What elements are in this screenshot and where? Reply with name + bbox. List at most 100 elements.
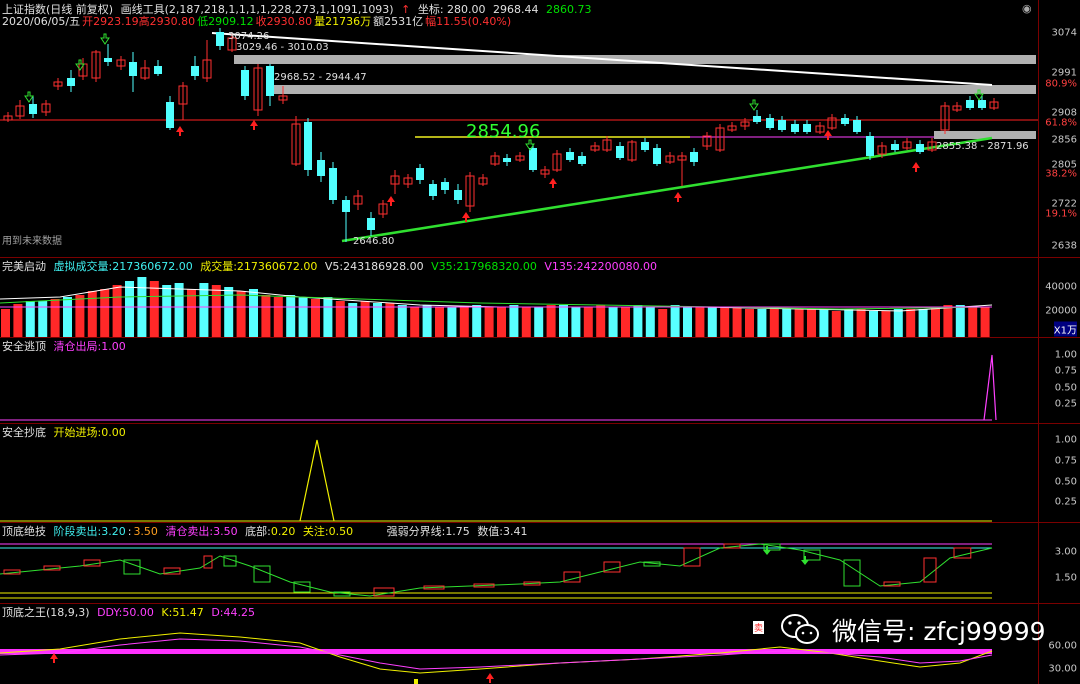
price-tick: 2856	[1051, 134, 1077, 146]
d-value: 44.25	[223, 606, 256, 619]
sell-arrow-icon	[801, 556, 809, 565]
escape-header: 安全逃顶 清仓出局:1.00	[2, 340, 126, 353]
escape-axis: 1.00 0.75 0.50 0.25	[1038, 337, 1080, 423]
low-value: 2909.12	[208, 15, 254, 28]
zone-band-2	[272, 85, 1036, 94]
annot-low: 2646.80	[353, 236, 395, 247]
price-panel[interactable]: 上证指数(日线 前复权) 画线工具(2,187,218,1,1,1,1,228,…	[0, 0, 1080, 258]
volume-bar	[273, 297, 283, 337]
volume-bar	[769, 307, 779, 337]
volume-bar	[335, 301, 345, 337]
volume-unit: X1万	[1053, 321, 1077, 337]
ohlc-row: 2020/06/05/五 开2923.19高2930.80 低2909.12 收293…	[2, 15, 512, 28]
volume-bar	[1, 309, 10, 337]
volume-bar	[211, 285, 221, 337]
volume-bar	[174, 283, 184, 337]
volume-bar	[360, 301, 370, 337]
k-value: 51.47	[172, 606, 204, 619]
bottom-panel[interactable]: 安全抄底 开始进场:0.00 1.00 0.75 0.50 0.25	[0, 423, 1080, 523]
annot-support: 2854.96	[466, 121, 541, 142]
volume-bar	[831, 311, 841, 337]
wechat-watermark: 微信号: zfcj99999	[832, 617, 1046, 646]
buy-arrow-icon	[674, 192, 682, 202]
bottom-signal	[0, 439, 992, 522]
clear-sell-value: 3.50	[213, 525, 238, 538]
annot-high: 3074.26	[228, 31, 270, 42]
wechat-icon	[781, 614, 819, 644]
volume-bar	[670, 305, 680, 337]
volume-bar	[571, 307, 581, 337]
volume-bar	[546, 305, 556, 337]
topbottom-axis: 3.00 1.50	[1038, 522, 1080, 603]
volume-bar	[459, 307, 469, 337]
strength-curve	[0, 543, 993, 597]
change-value: 11.55(0.40%)	[436, 15, 512, 28]
volume-bar	[918, 309, 928, 337]
escape-line	[0, 354, 997, 421]
buy-arrow-icon	[176, 126, 184, 136]
candle-down	[803, 124, 811, 132]
volume-bar	[955, 305, 965, 337]
price-plot[interactable]: 3074.26 3029.46 - 3010.03 2968.52 - 2944…	[0, 0, 1038, 257]
volume-bar	[819, 309, 829, 337]
volume-bar	[236, 291, 246, 337]
candle-down	[266, 66, 274, 96]
candle-down	[641, 142, 649, 150]
volume-bar	[782, 309, 792, 337]
candle-down	[154, 66, 162, 74]
price-tick: 38.2%	[1045, 168, 1077, 180]
volume-bar	[348, 303, 358, 337]
price-tick: 80.9%	[1045, 78, 1077, 90]
volume-bar	[261, 295, 271, 337]
candle-down	[67, 78, 75, 86]
settings-icon[interactable]: ◉	[1022, 2, 1034, 15]
price-tick: 19.1%	[1045, 208, 1077, 220]
volume-panel[interactable]: 完美启动 虚拟成交量:217360672.00 成交量:217360672.00…	[0, 257, 1080, 338]
volume-bar	[75, 295, 85, 337]
candle-down	[342, 200, 350, 212]
volume-bar	[695, 307, 705, 337]
volume-bar	[583, 307, 593, 337]
volume-bar	[645, 307, 655, 337]
v135-value: 242200080.00	[576, 260, 658, 273]
volume-bar	[893, 309, 903, 337]
candle-down	[416, 168, 424, 180]
buy-arrow-icon	[50, 653, 58, 663]
candle-down	[753, 116, 761, 122]
escape-panel[interactable]: 安全逃顶 清仓出局:1.00 1.00 0.75 0.50 0.25	[0, 337, 1080, 424]
volume-bar	[621, 307, 630, 337]
candle-down	[978, 100, 986, 108]
escape-value: 1.00	[101, 340, 126, 353]
topbottom-panel[interactable]: 顶底绝技 阶段卖出:3.20:3.50 清仓卖出:3.50 底部:0.20 关注…	[0, 522, 1080, 604]
volume-header: 完美启动 虚拟成交量:217360672.00 成交量:217360672.00…	[2, 260, 658, 273]
volume-bar	[472, 305, 482, 337]
volume-bar	[745, 309, 754, 337]
volume-bar	[50, 299, 60, 337]
price-axis: 3074 2991 80.9% 2908 61.8% 2856 2805 38.2% 2722 1…	[1038, 0, 1080, 257]
volume-bar	[559, 305, 568, 337]
candle-down	[104, 58, 112, 62]
ddy-value: 50.00	[122, 606, 154, 619]
candle-down	[866, 136, 874, 156]
sell-arrow-icon	[24, 91, 34, 103]
candle-down	[841, 118, 849, 124]
ddy-band	[0, 649, 992, 654]
buy-arrow-icon	[486, 673, 494, 683]
price-tick: 61.8%	[1045, 117, 1077, 129]
volume-bar	[633, 305, 643, 337]
volume-bar	[596, 305, 606, 337]
volume-bar	[720, 307, 730, 337]
trend-line-up	[341, 136, 993, 243]
volume-bar	[683, 307, 692, 337]
amount-value: 2531亿	[384, 15, 424, 28]
volume-bar	[658, 309, 668, 337]
zone-band-3	[934, 131, 1036, 139]
candle-down	[503, 158, 511, 162]
numeric-value: 3.41	[503, 525, 528, 538]
volume-value: 217360672.00	[236, 260, 318, 273]
volume-bar	[521, 307, 531, 337]
price-tick: 3074	[1051, 27, 1077, 39]
volume-value: 21736万	[325, 15, 372, 28]
candle-down	[766, 118, 774, 128]
volume-bar	[980, 307, 990, 337]
